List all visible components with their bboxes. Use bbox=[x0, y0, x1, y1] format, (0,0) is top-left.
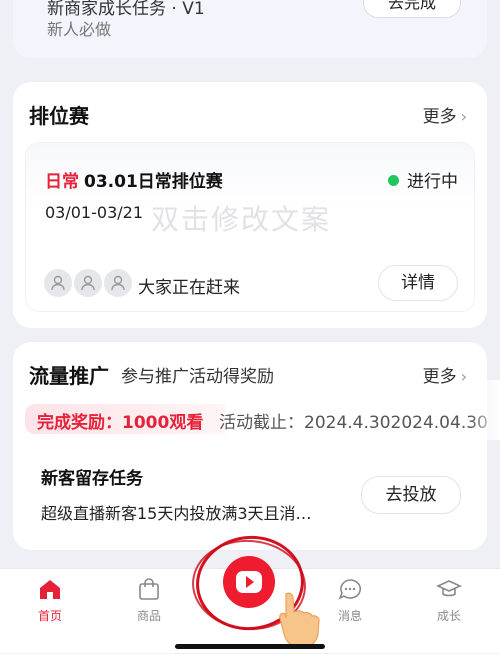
ranking-section-title: 排位赛 bbox=[29, 104, 89, 128]
chevron-right-icon: › bbox=[460, 107, 467, 126]
task-description: 超级直播新客15天内投放满3天且消… bbox=[41, 504, 312, 523]
go-complete-button[interactable]: 去完成 bbox=[363, 0, 461, 18]
newbie-task-subtitle: 新人必做 bbox=[47, 20, 112, 39]
status-label: 进行中 bbox=[407, 172, 458, 192]
user-avatar-icon bbox=[72, 267, 104, 299]
watermark-text: 双击修改文案 bbox=[151, 203, 332, 236]
go-invest-button[interactable]: 去投放 bbox=[361, 476, 461, 514]
pointing-hand-icon bbox=[272, 590, 332, 650]
graduation-cap-icon bbox=[436, 580, 462, 597]
live-play-button[interactable] bbox=[223, 556, 275, 608]
task-card[interactable]: 新客留存任务 超级直播新客15天内投放满3天且消… 去投放 bbox=[25, 446, 475, 540]
tab-growth[interactable]: 成长 bbox=[419, 577, 479, 624]
tab-home-label: 首页 bbox=[37, 609, 62, 623]
home-indicator bbox=[175, 644, 325, 649]
message-icon bbox=[338, 579, 362, 600]
details-button[interactable]: 详情 bbox=[378, 265, 458, 301]
ranking-section: 排位赛 更多 › 日常 03.01日常排位赛 进行中 03/01-03/21 双击… bbox=[13, 82, 487, 328]
more-label: 更多 bbox=[422, 367, 457, 387]
daily-tag: 日常 bbox=[45, 172, 79, 192]
tab-products[interactable]: 商品 bbox=[119, 577, 179, 624]
ranking-event-title: 03.01日常排位赛 bbox=[84, 172, 223, 192]
ranking-event-card[interactable]: 日常 03.01日常排位赛 进行中 03/01-03/21 双击修改文案 大家正… bbox=[25, 142, 475, 312]
ranking-more-link[interactable]: 更多 › bbox=[423, 102, 467, 127]
traffic-promotion-section: 流量推广 参与推广活动得奖励 更多 › 完成奖励：1000观看 活动截止：2024… bbox=[13, 342, 488, 550]
crowd-text: 大家正在赶来 bbox=[138, 278, 240, 298]
scroll-fade bbox=[470, 380, 500, 440]
reward-text: 完成奖励：1000观看 bbox=[37, 413, 204, 433]
shopping-bag-icon bbox=[139, 578, 159, 600]
ranking-date-range: 03/01-03/21 bbox=[45, 203, 143, 222]
traffic-section-subtitle: 参与推广活动得奖励 bbox=[121, 367, 274, 387]
user-avatar-icon bbox=[42, 267, 74, 299]
live-play-icon bbox=[236, 571, 262, 593]
tab-home[interactable]: 首页 bbox=[20, 577, 80, 624]
status-badge: 进行中 bbox=[388, 167, 458, 192]
more-label: 更多 bbox=[422, 107, 457, 127]
home-icon bbox=[40, 580, 60, 599]
chevron-right-icon: › bbox=[460, 367, 467, 386]
tab-growth-label: 成长 bbox=[436, 609, 461, 623]
traffic-section-title: 流量推广 bbox=[29, 364, 109, 388]
deadline-text: 活动截止：2024.4.302024.04.30 bbox=[219, 413, 488, 433]
newbie-task-card: 新商家成长任务 · V1 新人必做 去完成 bbox=[13, 0, 487, 58]
status-dot-icon bbox=[388, 175, 399, 186]
traffic-more-link[interactable]: 更多 › bbox=[423, 362, 467, 387]
user-avatar-icon bbox=[102, 267, 134, 299]
tab-products-label: 商品 bbox=[136, 609, 161, 623]
task-title: 新客留存任务 bbox=[41, 469, 143, 489]
